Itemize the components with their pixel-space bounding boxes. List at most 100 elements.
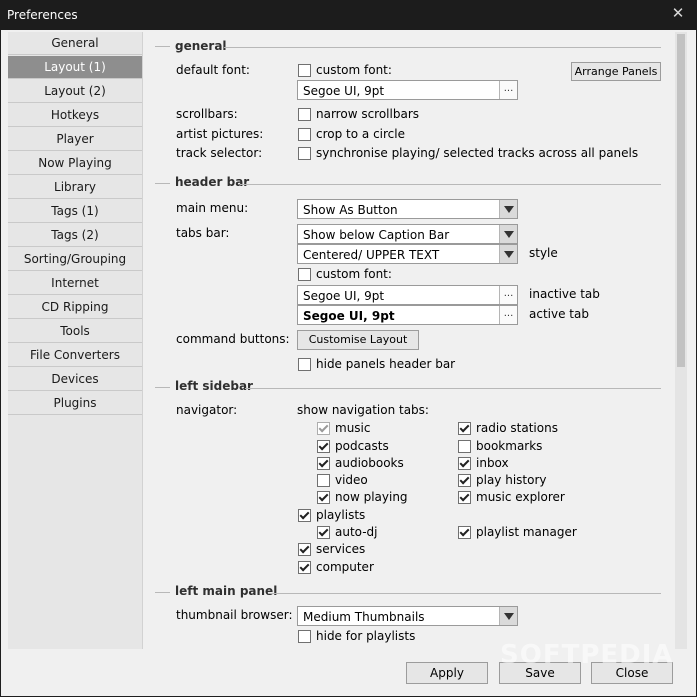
title-bar: Preferences ✕: [0, 0, 697, 30]
scrollbar-thumb[interactable]: [677, 34, 685, 367]
inbox-label: inbox: [476, 456, 509, 470]
inbox-checkbox[interactable]: [458, 457, 471, 470]
services-checkbox[interactable]: [298, 543, 311, 556]
now-playing-label: now playing: [335, 490, 408, 504]
sidebar-item-tags-2[interactable]: Tags (2): [8, 224, 142, 247]
sidebar-item-devices[interactable]: Devices: [8, 368, 142, 391]
chevron-down-icon[interactable]: [499, 245, 517, 263]
hide-for-playlists-checkbox[interactable]: [298, 630, 311, 643]
section-left-main-panel-heading: left main panel: [175, 584, 278, 598]
sidebar-item-plugins[interactable]: Plugins: [8, 392, 142, 415]
section-header-bar-heading: header bar: [175, 175, 250, 189]
sidebar-item-cd-ripping[interactable]: CD Ripping: [8, 296, 142, 319]
divider: [245, 388, 661, 389]
computer-checkbox[interactable]: [298, 561, 311, 574]
ellipsis-icon[interactable]: ...: [499, 306, 517, 324]
bookmarks-label: bookmarks: [476, 439, 543, 453]
play-history-checkbox[interactable]: [458, 474, 471, 487]
video-label: video: [335, 473, 368, 487]
track-selector-label: track selector:: [176, 146, 263, 160]
sidebar-item-general[interactable]: General: [8, 32, 142, 55]
main-menu-value: Show As Button: [303, 203, 398, 217]
music-checkbox[interactable]: [317, 422, 330, 435]
divider: [268, 593, 661, 594]
now-playing-checkbox[interactable]: [317, 491, 330, 504]
narrow-scrollbars-label: narrow scrollbars: [316, 107, 420, 121]
sidebar-item-file-converters[interactable]: File Converters: [8, 344, 142, 367]
default-font-field[interactable]: Segoe UI, 9pt ...: [297, 80, 518, 100]
radio-stations-checkbox[interactable]: [458, 422, 471, 435]
section-general-heading: general: [175, 39, 227, 53]
watermark: SOFTPEDIA: [500, 640, 674, 670]
sidebar-item-layout-2[interactable]: Layout (2): [8, 80, 142, 103]
podcasts-checkbox[interactable]: [317, 440, 330, 453]
sidebar-item-tools[interactable]: Tools: [8, 320, 142, 343]
chevron-down-icon[interactable]: [499, 607, 517, 625]
custom-font-checkbox[interactable]: [298, 64, 311, 77]
inactive-tab-font-field[interactable]: Segoe UI, 9pt ...: [297, 285, 518, 305]
divider: [240, 184, 661, 185]
artist-pictures-label: artist pictures:: [176, 127, 264, 141]
inactive-tab-label: inactive tab: [529, 287, 600, 301]
tabs-style-value: Centered/ UPPER TEXT: [303, 248, 440, 262]
ellipsis-icon[interactable]: ...: [499, 286, 517, 304]
close-icon[interactable]: ✕: [669, 4, 687, 22]
vertical-scrollbar[interactable]: [675, 32, 687, 649]
apply-button[interactable]: Apply: [406, 662, 488, 684]
audiobooks-label: audiobooks: [335, 456, 404, 470]
playlists-checkbox[interactable]: [298, 509, 311, 522]
tabs-bar-label: tabs bar:: [176, 226, 230, 240]
narrow-scrollbars-checkbox[interactable]: [298, 108, 311, 121]
thumbnail-browser-dropdown[interactable]: Medium Thumbnails: [297, 606, 518, 626]
playlist-manager-checkbox[interactable]: [458, 526, 471, 539]
synchronise-checkbox[interactable]: [298, 147, 311, 160]
auto-dj-checkbox[interactable]: [317, 526, 330, 539]
chevron-down-icon[interactable]: [499, 200, 517, 218]
music-label: music: [335, 421, 371, 435]
divider: [155, 592, 170, 593]
synchronise-label: synchronise playing/ selected tracks acr…: [316, 146, 639, 160]
divider: [155, 387, 170, 388]
header-custom-font-label: custom font:: [316, 267, 392, 281]
section-left-sidebar-heading: left sidebar: [175, 379, 253, 393]
sidebar-item-layout-1[interactable]: Layout (1): [8, 56, 142, 79]
arrange-panels-button[interactable]: Arrange Panels: [571, 62, 661, 81]
sidebar-item-internet[interactable]: Internet: [8, 272, 142, 295]
header-custom-font-checkbox[interactable]: [298, 268, 311, 281]
music-explorer-checkbox[interactable]: [458, 491, 471, 504]
video-checkbox[interactable]: [317, 474, 330, 487]
chevron-down-icon[interactable]: [499, 225, 517, 243]
audiobooks-checkbox[interactable]: [317, 457, 330, 470]
sidebar-item-library[interactable]: Library: [8, 176, 142, 199]
hide-panels-header-label: hide panels header bar: [316, 357, 456, 371]
tabs-bar-value: Show below Caption Bar: [303, 228, 450, 242]
hide-panels-header-checkbox[interactable]: [298, 358, 311, 371]
ellipsis-icon[interactable]: ...: [499, 81, 517, 99]
main-menu-label: main menu:: [176, 201, 249, 215]
custom-font-label: custom font:: [316, 63, 392, 77]
computer-label: computer: [316, 560, 374, 574]
divider: [155, 183, 170, 184]
playlists-label: playlists: [316, 508, 366, 522]
divider: [155, 46, 170, 47]
thumbnail-browser-value: Medium Thumbnails: [303, 610, 425, 624]
active-tab-font-field[interactable]: Segoe UI, 9pt ...: [297, 305, 518, 325]
main-menu-dropdown[interactable]: Show As Button: [297, 199, 518, 219]
customise-layout-button[interactable]: Customise Layout: [297, 330, 419, 350]
sidebar: General Layout (1) Layout (2) Hotkeys Pl…: [8, 32, 143, 649]
tabs-style-dropdown[interactable]: Centered/ UPPER TEXT: [297, 244, 518, 264]
sidebar-item-now-playing[interactable]: Now Playing: [8, 152, 142, 175]
show-navigation-tabs-label: show navigation tabs:: [297, 403, 429, 417]
default-font-value: Segoe UI, 9pt: [303, 84, 385, 98]
crop-circle-checkbox[interactable]: [298, 128, 311, 141]
sidebar-item-sorting-grouping[interactable]: Sorting/Grouping: [8, 248, 142, 271]
bookmarks-checkbox[interactable]: [458, 440, 471, 453]
tabs-bar-dropdown[interactable]: Show below Caption Bar: [297, 224, 518, 244]
sidebar-item-tags-1[interactable]: Tags (1): [8, 200, 142, 223]
thumbnail-browser-label: thumbnail browser:: [176, 608, 293, 622]
sidebar-item-hotkeys[interactable]: Hotkeys: [8, 104, 142, 127]
playlist-manager-label: playlist manager: [476, 525, 577, 539]
sidebar-item-player[interactable]: Player: [8, 128, 142, 151]
services-label: services: [316, 542, 366, 556]
hide-for-playlists-label: hide for playlists: [316, 629, 416, 643]
